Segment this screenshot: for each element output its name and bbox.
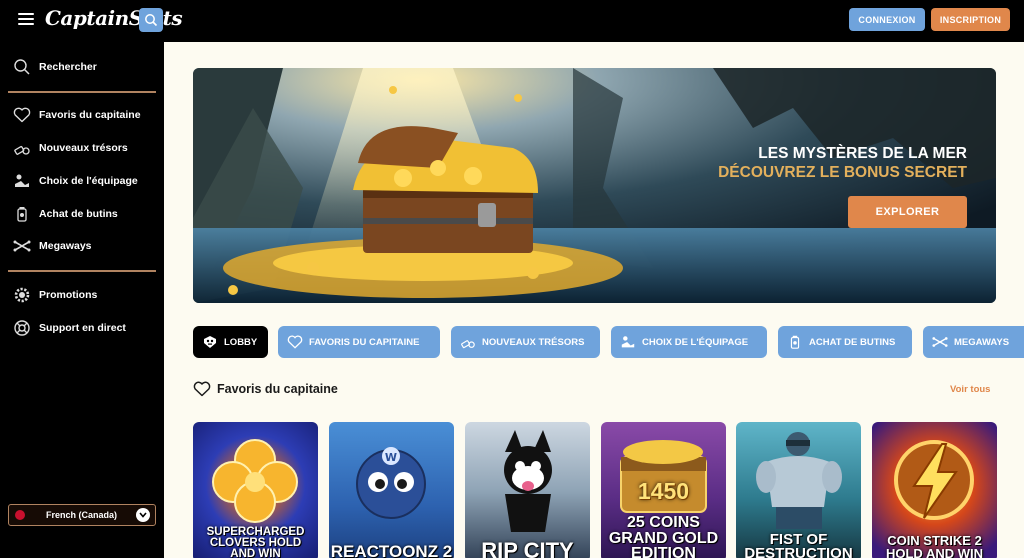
tab-label: MEGAWAYS <box>954 336 1010 348</box>
svg-text:W: W <box>385 451 397 464</box>
sidebar-divider <box>8 270 156 272</box>
main-content: LES MYSTÈRES DE LA MER DÉCOUVREZ LE BONU… <box>164 42 1024 558</box>
search-icon <box>13 58 31 76</box>
heart-icon <box>13 106 31 124</box>
megaways-icon <box>13 237 31 255</box>
tab-lobby[interactable]: LOBBY <box>193 326 268 358</box>
tab-label: FAVORIS DU CAPITAINE <box>309 336 420 348</box>
lifebuoy-icon <box>13 319 31 337</box>
sidebar-item-search[interactable]: Rechercher <box>0 53 164 81</box>
language-selector[interactable]: French (Canada) <box>8 504 156 526</box>
tab-crew-choice[interactable]: CHOIX DE L'ÉQUIPAGE <box>611 326 767 358</box>
language-label: French (Canada) <box>46 510 118 520</box>
new-treasures-icon <box>460 334 476 350</box>
gear-icon <box>13 286 31 304</box>
tab-label: LOBBY <box>224 336 258 348</box>
game-title: SUPERCHARGED CLOVERS HOLD AND WIN <box>206 526 305 558</box>
game-tile[interactable]: SUPERCHARGED CLOVERS HOLD AND WIN <box>193 422 318 558</box>
hero-title-line2: DÉCOUVREZ LE BONUS SECRET <box>718 164 967 181</box>
tab-label: CHOIX DE L'ÉQUIPAGE <box>642 336 749 348</box>
tab-new-treasures[interactable]: NOUVEAUX TRÉSORS <box>451 326 600 358</box>
monster-icon: W <box>356 447 426 519</box>
hero-title: LES MYSTÈRES DE LA MER DÉCOUVREZ LE BONU… <box>718 144 967 182</box>
section-title: Favoris du capitaine <box>217 382 338 396</box>
sidebar-item-favorites[interactable]: Favoris du capitaine <box>0 101 164 129</box>
loot-purchase-icon <box>13 205 31 223</box>
sidebar-item-label: Choix de l'équipage <box>39 175 138 187</box>
category-tabs: LOBBY FAVORIS DU CAPITAINE NOUVEAUX TRÉS… <box>193 326 1024 358</box>
tab-label: NOUVEAUX TRÉSORS <box>482 336 585 348</box>
explore-button[interactable]: EXPLORER <box>848 196 967 228</box>
heart-icon <box>193 381 211 397</box>
game-tile[interactable]: 1450 25 COINS GRAND GOLD EDITION <box>601 422 726 558</box>
menu-icon[interactable] <box>18 13 34 27</box>
canada-flag-icon <box>15 510 25 520</box>
game-title: REACTOONZ 2 <box>330 541 453 558</box>
register-button[interactable]: INSCRIPTION <box>931 8 1010 31</box>
treasure-chest-illustration <box>193 68 996 303</box>
hero-banner[interactable]: LES MYSTÈRES DE LA MER DÉCOUVREZ LE BONU… <box>193 68 996 303</box>
hero-title-line1: LES MYSTÈRES DE LA MER <box>758 145 967 162</box>
tab-label: ACHAT DE BUTINS <box>809 336 896 348</box>
new-treasures-icon <box>13 139 31 157</box>
game-badge: 1450 <box>637 478 690 504</box>
sidebar-item-new-treasures[interactable]: Nouveaux trésors <box>0 134 164 162</box>
crew-choice-icon <box>13 172 31 190</box>
tab-megaways[interactable]: MEGAWAYS <box>923 326 1024 358</box>
chevron-down-icon <box>136 508 150 522</box>
sidebar-divider <box>8 91 156 93</box>
sidebar-item-label: Megaways <box>39 240 92 252</box>
game-title: RIP CITY <box>481 538 574 558</box>
tab-loot-purchase[interactable]: ACHAT DE BUTINS <box>778 326 912 358</box>
login-button[interactable]: CONNEXION <box>849 8 925 31</box>
game-title: COIN STRIKE 2 HOLD AND WIN <box>885 533 983 558</box>
sidebar-item-label: Promotions <box>39 289 98 301</box>
sidebar-item-label: Achat de butins <box>39 208 118 220</box>
see-all-link[interactable]: Voir tous <box>950 384 990 395</box>
sidebar-item-promotions[interactable]: Promotions <box>0 281 164 309</box>
search-icon[interactable] <box>139 8 163 32</box>
loot-purchase-icon <box>787 334 803 350</box>
sidebar-item-label: Favoris du capitaine <box>39 109 141 121</box>
megaways-icon <box>932 334 948 350</box>
sidebar-item-loot-purchase[interactable]: Achat de butins <box>0 200 164 228</box>
game-tile[interactable]: RIP CITY <box>465 422 590 558</box>
sidebar-item-megaways[interactable]: Megaways <box>0 232 164 260</box>
sidebar: Rechercher Favoris du capitaine Nouveaux… <box>0 42 164 558</box>
crew-choice-icon <box>620 334 636 350</box>
game-title: 25 COINS GRAND GOLD EDITION <box>608 514 719 558</box>
sidebar-item-label: Nouveaux trésors <box>39 142 128 154</box>
sidebar-item-label: Support en direct <box>39 322 126 334</box>
sidebar-item-label: Rechercher <box>39 61 97 73</box>
heart-icon <box>287 334 303 350</box>
game-title: FIST OF DESTRUCTION <box>744 530 853 558</box>
game-tile[interactable]: FIST OF DESTRUCTION <box>736 422 861 558</box>
anchor-icon <box>202 334 218 350</box>
game-tile[interactable]: W REACTOONZ 2 <box>329 422 454 558</box>
sidebar-item-crew-choice[interactable]: Choix de l'équipage <box>0 167 164 195</box>
tab-captain-favorites[interactable]: FAVORIS DU CAPITAINE <box>278 326 440 358</box>
section-header: Favoris du capitaine <box>193 381 338 397</box>
sidebar-item-live-support[interactable]: Support en direct <box>0 314 164 342</box>
top-bar: CaptainSlots CONNEXION INSCRIPTION <box>0 0 1024 42</box>
game-tile[interactable]: COIN STRIKE 2 HOLD AND WIN <box>872 422 997 558</box>
